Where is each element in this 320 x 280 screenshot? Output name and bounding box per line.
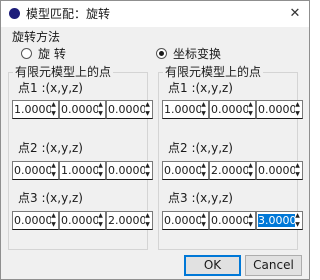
spin-down-icon[interactable]: ▼ bbox=[96, 110, 105, 118]
point1-x-spinbox[interactable]: 1.0000 ▲ ▼ bbox=[162, 100, 209, 119]
point1-z-value[interactable]: 0.0000 bbox=[107, 102, 145, 117]
point1-y-spinbox[interactable]: 0.0000 ▲ ▼ bbox=[59, 100, 106, 119]
panel-right-title: 有限元模型上的点 bbox=[163, 65, 264, 79]
app-icon bbox=[9, 8, 20, 19]
point1-x-value[interactable]: 1.0000 bbox=[163, 102, 201, 117]
point1-z-spinbox[interactable]: 0.0000 ▲ ▼ bbox=[256, 100, 303, 119]
point3-x-value[interactable]: 0.0000 bbox=[13, 213, 51, 228]
window-title: 模型匹配：旋转 bbox=[26, 7, 111, 21]
spin-up-icon[interactable]: ▲ bbox=[246, 101, 255, 109]
point1-z-spinbox[interactable]: 0.0000 ▲ ▼ bbox=[106, 100, 153, 119]
spin-up-icon[interactable]: ▲ bbox=[143, 162, 152, 170]
spin-up-icon[interactable]: ▲ bbox=[49, 162, 58, 170]
spin-down-icon[interactable]: ▼ bbox=[143, 221, 152, 229]
point2-z-value[interactable]: 0.0000 bbox=[107, 163, 145, 178]
spin-up-icon[interactable]: ▲ bbox=[246, 162, 255, 170]
point1-label: 点1 :(x,y,z) bbox=[18, 81, 83, 95]
point3-y-spinbox[interactable]: 0.0000 ▲ ▼ bbox=[59, 211, 106, 230]
point2-z-spinbox[interactable]: 0.0000 ▲ ▼ bbox=[106, 161, 153, 180]
point3-z-value[interactable]: 2.0000 bbox=[107, 213, 145, 228]
spin-down-icon[interactable]: ▼ bbox=[49, 171, 58, 179]
close-icon[interactable]: ✕ bbox=[285, 4, 305, 24]
point3-x-spinbox[interactable]: 0.0000 ▲ ▼ bbox=[12, 211, 59, 230]
spin-down-icon[interactable]: ▼ bbox=[49, 110, 58, 118]
spin-up-icon[interactable]: ▲ bbox=[143, 101, 152, 109]
title-bar[interactable]: 模型匹配：旋转 ✕ bbox=[1, 1, 309, 27]
spin-down-icon[interactable]: ▼ bbox=[293, 221, 302, 229]
spin-down-icon[interactable]: ▼ bbox=[246, 171, 255, 179]
spin-down-icon[interactable]: ▼ bbox=[143, 110, 152, 118]
point3-z-value[interactable]: 3.0000 bbox=[257, 213, 295, 228]
spin-up-icon[interactable]: ▲ bbox=[199, 101, 208, 109]
rotation-method-title: 旋转方法 bbox=[12, 30, 61, 44]
point3-label: 点3 :(x,y,z) bbox=[168, 191, 233, 205]
spin-down-icon[interactable]: ▼ bbox=[199, 110, 208, 118]
spin-up-icon[interactable]: ▲ bbox=[96, 212, 105, 220]
spin-up-icon[interactable]: ▲ bbox=[293, 212, 302, 220]
point3-label: 点3 :(x,y,z) bbox=[18, 191, 83, 205]
point1-label: 点1 :(x,y,z) bbox=[168, 81, 233, 95]
cancel-button[interactable]: Cancel bbox=[245, 255, 302, 276]
point1-y-value[interactable]: 0.0000 bbox=[60, 102, 98, 117]
point3-y-spinbox[interactable]: 0.0000 ▲ ▼ bbox=[209, 211, 256, 230]
point3-x-value[interactable]: 0.0000 bbox=[163, 213, 201, 228]
spin-down-icon[interactable]: ▼ bbox=[246, 221, 255, 229]
point2-label: 点2 :(x,y,z) bbox=[168, 141, 233, 155]
spin-up-icon[interactable]: ▲ bbox=[293, 101, 302, 109]
panel-left-title: 有限元模型上的点 bbox=[13, 65, 114, 79]
panel-left: 有限元模型上的点 点1 :(x,y,z) 1.0000 ▲ ▼ 0.0000 ▲ ▼ 0… bbox=[8, 65, 153, 250]
panel-right: 有限元模型上的点 点1 :(x,y,z) 1.0000 ▲ ▼ 0.0000 ▲ ▼ 0… bbox=[158, 65, 303, 250]
spin-down-icon[interactable]: ▼ bbox=[143, 171, 152, 179]
radio-coordinate-transform-circle[interactable] bbox=[156, 48, 167, 59]
spin-down-icon[interactable]: ▼ bbox=[246, 110, 255, 118]
radio-rotate-label: 旋 转 bbox=[38, 47, 66, 61]
spin-down-icon[interactable]: ▼ bbox=[199, 171, 208, 179]
spin-up-icon[interactable]: ▲ bbox=[96, 162, 105, 170]
dialog-window: 模型匹配：旋转 ✕ 旋转方法 旋 转 坐标变换 有限元模型上的点 点1 :(x,… bbox=[0, 0, 310, 280]
point2-x-value[interactable]: 0.0000 bbox=[13, 163, 51, 178]
point2-x-spinbox[interactable]: 0.0000 ▲ ▼ bbox=[162, 161, 209, 180]
spin-up-icon[interactable]: ▲ bbox=[49, 212, 58, 220]
point3-z-spinbox[interactable]: 2.0000 ▲ ▼ bbox=[106, 211, 153, 230]
spin-down-icon[interactable]: ▼ bbox=[293, 171, 302, 179]
spin-up-icon[interactable]: ▲ bbox=[49, 101, 58, 109]
radio-coordinate-transform-label: 坐标变换 bbox=[173, 47, 222, 61]
point2-y-spinbox[interactable]: 1.0000 ▲ ▼ bbox=[59, 161, 106, 180]
spin-down-icon[interactable]: ▼ bbox=[199, 221, 208, 229]
point2-z-value[interactable]: 0.0000 bbox=[257, 163, 295, 178]
point1-x-value[interactable]: 1.0000 bbox=[13, 102, 51, 117]
spin-down-icon[interactable]: ▼ bbox=[96, 221, 105, 229]
spin-up-icon[interactable]: ▲ bbox=[199, 162, 208, 170]
spin-down-icon[interactable]: ▼ bbox=[49, 221, 58, 229]
point1-y-spinbox[interactable]: 0.0000 ▲ ▼ bbox=[209, 100, 256, 119]
point3-y-value[interactable]: 0.0000 bbox=[60, 213, 98, 228]
point2-z-spinbox[interactable]: 0.0000 ▲ ▼ bbox=[256, 161, 303, 180]
point3-x-spinbox[interactable]: 0.0000 ▲ ▼ bbox=[162, 211, 209, 230]
ok-button[interactable]: OK bbox=[184, 255, 241, 276]
radio-rotate-circle[interactable] bbox=[21, 48, 32, 59]
point2-y-spinbox[interactable]: 2.0000 ▲ ▼ bbox=[209, 161, 256, 180]
spin-up-icon[interactable]: ▲ bbox=[96, 101, 105, 109]
point2-x-value[interactable]: 0.0000 bbox=[163, 163, 201, 178]
spin-down-icon[interactable]: ▼ bbox=[293, 110, 302, 118]
spin-down-icon[interactable]: ▼ bbox=[96, 171, 105, 179]
point1-x-spinbox[interactable]: 1.0000 ▲ ▼ bbox=[12, 100, 59, 119]
point2-label: 点2 :(x,y,z) bbox=[18, 141, 83, 155]
point2-y-value[interactable]: 1.0000 bbox=[60, 163, 98, 178]
point1-y-value[interactable]: 0.0000 bbox=[210, 102, 248, 117]
spin-up-icon[interactable]: ▲ bbox=[293, 162, 302, 170]
point2-x-spinbox[interactable]: 0.0000 ▲ ▼ bbox=[12, 161, 59, 180]
spin-up-icon[interactable]: ▲ bbox=[246, 212, 255, 220]
point1-z-value[interactable]: 0.0000 bbox=[257, 102, 295, 117]
point2-y-value[interactable]: 2.0000 bbox=[210, 163, 248, 178]
point3-y-value[interactable]: 0.0000 bbox=[210, 213, 248, 228]
spin-up-icon[interactable]: ▲ bbox=[199, 212, 208, 220]
point3-z-spinbox[interactable]: 3.0000 ▲ ▼ bbox=[256, 211, 303, 230]
spin-up-icon[interactable]: ▲ bbox=[143, 212, 152, 220]
